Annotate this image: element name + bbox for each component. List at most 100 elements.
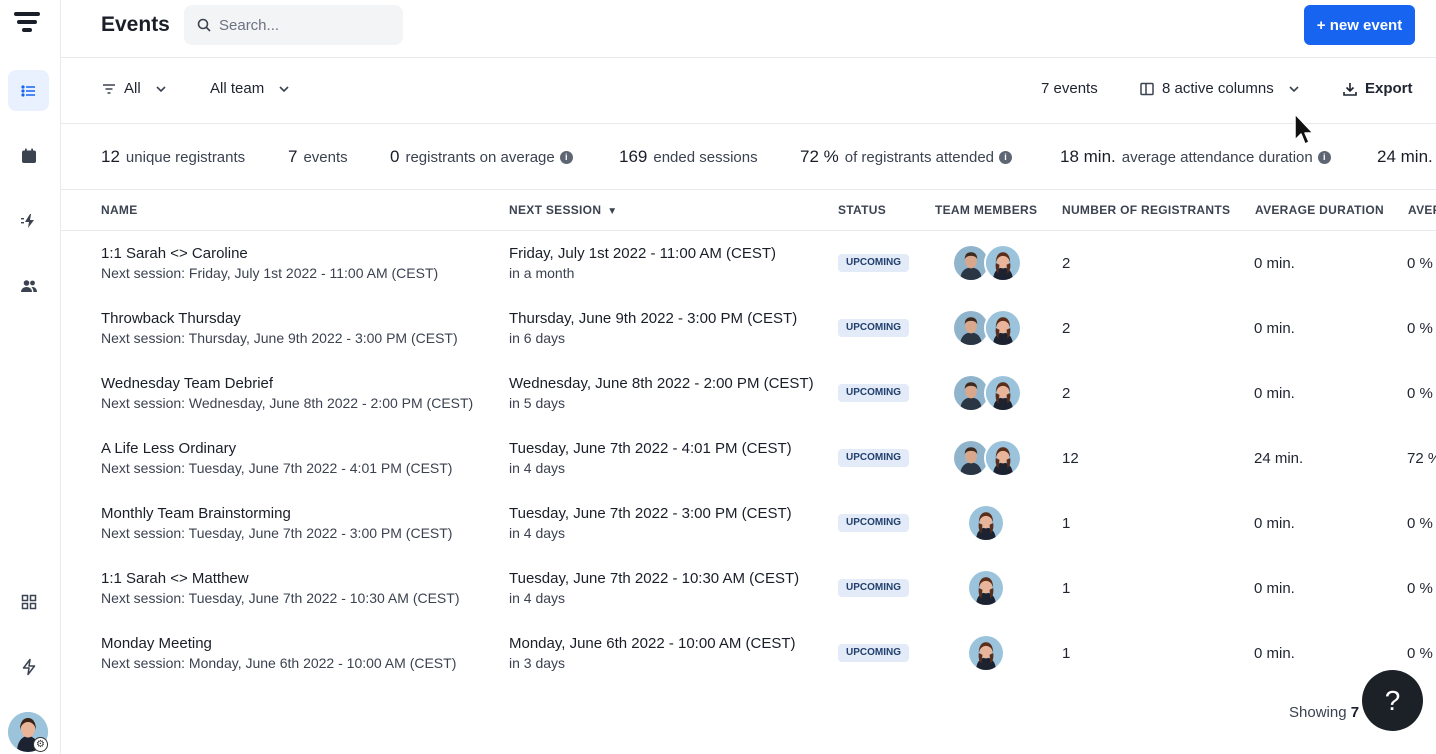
team-members-cell	[952, 439, 1022, 477]
table-row[interactable]: A Life Less Ordinary Next session: Tuesda…	[61, 426, 1436, 491]
team-member-avatar	[967, 504, 1005, 542]
columns-label: 8 active columns	[1162, 80, 1274, 97]
type-filter-label: All	[124, 80, 141, 97]
event-name[interactable]: Monday Meeting	[101, 635, 456, 652]
team-filter-label: All team	[210, 80, 265, 97]
table-row[interactable]: Throwback Thursday Next session: Thursday…	[61, 296, 1436, 361]
team-filter-dropdown[interactable]: All team	[210, 80, 290, 97]
team-member-avatar	[967, 634, 1005, 672]
next-session-relative: in 4 days	[509, 590, 566, 606]
event-name-cell[interactable]: 1:1 Sarah <> Caroline Next session: Frida…	[101, 245, 438, 281]
table-row[interactable]: Wednesday Team Debrief Next session: Wedn…	[61, 361, 1436, 426]
registrants-count: 1	[1062, 645, 1071, 662]
info-icon[interactable]: i	[1317, 150, 1331, 164]
stat-value: 72 %	[800, 147, 839, 166]
event-name-cell[interactable]: 1:1 Sarah <> Matthew Next session: Tuesda…	[101, 570, 459, 606]
search-box[interactable]	[184, 5, 403, 45]
stat-unique-registrants: 12 unique registrants	[101, 147, 245, 167]
table-row[interactable]: Monday Meeting Next session: Monday, June…	[61, 621, 1436, 686]
column-header-average-duration[interactable]: AVERAGE DURATION	[1255, 203, 1384, 217]
team-members-cell	[952, 309, 1022, 347]
top-bar: Events + new event	[61, 0, 1436, 58]
nav-automations[interactable]	[8, 200, 49, 241]
stat-value: 169	[619, 147, 648, 166]
average-duration: 0 min.	[1254, 515, 1295, 532]
average-duration: 0 min.	[1254, 320, 1295, 337]
export-button[interactable]: Export	[1343, 80, 1413, 97]
team-member-avatar	[984, 244, 1022, 282]
team-member-avatar	[984, 309, 1022, 347]
event-name-cell[interactable]: Monday Meeting Next session: Monday, June…	[101, 635, 456, 671]
table-row[interactable]: Monthly Team Brainstorming Next session: …	[61, 491, 1436, 556]
events-table-body: 1:1 Sarah <> Caroline Next session: Frida…	[61, 231, 1436, 686]
info-icon[interactable]: i	[999, 150, 1013, 164]
registrants-count: 12	[1062, 450, 1079, 467]
next-session-relative: in 4 days	[509, 525, 566, 541]
next-session-date: Monday, June 6th 2022 - 10:00 AM (CEST)	[509, 635, 796, 652]
average-duration: 24 min.	[1254, 450, 1304, 467]
help-button[interactable]: ?	[1362, 670, 1423, 731]
filter-bar: All All team 7 events 8 active columns E…	[61, 58, 1436, 124]
average-duration: 0 min.	[1254, 385, 1295, 402]
list-icon	[20, 84, 35, 97]
settings-gear-icon[interactable]: ⚙	[33, 737, 48, 752]
search-icon	[197, 18, 211, 32]
next-session-relative: in 3 days	[509, 655, 566, 671]
next-session-date: Wednesday, June 8th 2022 - 2:00 PM (CEST…	[509, 375, 814, 392]
next-session-cell: Tuesday, June 7th 2022 - 10:30 AM (CEST)…	[509, 570, 799, 606]
next-session-relative: in a month	[509, 265, 575, 281]
stat-extra: 24 min.	[1377, 147, 1436, 167]
nav-integrations[interactable]	[8, 581, 49, 622]
export-label: Export	[1365, 80, 1413, 97]
registrants-count: 2	[1062, 255, 1071, 272]
event-name[interactable]: Monthly Team Brainstorming	[101, 505, 452, 522]
event-name[interactable]: A Life Less Ordinary	[101, 440, 452, 457]
team-members-cell	[967, 504, 1005, 542]
event-next-session-summary: Next session: Tuesday, June 7th 2022 - 1…	[101, 590, 460, 606]
attendance-rate: 0 %	[1407, 255, 1433, 272]
column-header-name[interactable]: NAME	[101, 203, 138, 217]
stat-value: 12	[101, 147, 120, 166]
type-filter-dropdown[interactable]: All	[102, 80, 167, 97]
columns-dropdown[interactable]: 8 active columns	[1140, 80, 1300, 97]
event-name[interactable]: Throwback Thursday	[101, 310, 458, 327]
event-name-cell[interactable]: A Life Less Ordinary Next session: Tuesda…	[101, 440, 452, 476]
nav-team[interactable]	[8, 265, 49, 306]
stat-label: average attendance duration	[1121, 148, 1313, 166]
info-icon[interactable]: i	[559, 150, 573, 164]
average-duration: 0 min.	[1254, 645, 1295, 662]
event-name[interactable]: 1:1 Sarah <> Caroline	[101, 245, 438, 262]
column-header-next-session[interactable]: NEXT SESSION ▼	[509, 203, 618, 217]
event-next-session-summary: Next session: Tuesday, June 7th 2022 - 3…	[101, 525, 453, 541]
calendar-icon	[21, 148, 36, 163]
average-duration: 0 min.	[1254, 255, 1295, 272]
event-next-session-summary: Next session: Thursday, June 9th 2022 - …	[101, 330, 458, 346]
grid-icon	[21, 594, 36, 609]
app-logo[interactable]	[14, 12, 42, 38]
search-input[interactable]	[219, 16, 389, 34]
next-session-cell: Tuesday, June 7th 2022 - 4:01 PM (CEST) i…	[509, 440, 792, 476]
nav-calendar[interactable]	[8, 135, 49, 176]
event-name-cell[interactable]: Wednesday Team Debrief Next session: Wedn…	[101, 375, 473, 411]
new-event-button[interactable]: + new event	[1304, 5, 1415, 45]
column-header-team-members[interactable]: TEAM MEMBERS	[935, 203, 1037, 217]
lightning-lines-icon	[20, 213, 34, 228]
filter-icon	[103, 83, 115, 94]
events-count: 7 events	[1041, 80, 1098, 97]
nav-quick-actions[interactable]	[8, 646, 49, 687]
stat-value: 18 min.	[1060, 147, 1116, 166]
users-icon	[20, 279, 37, 292]
chevron-down-icon	[156, 85, 166, 92]
event-name-cell[interactable]: Monthly Team Brainstorming Next session: …	[101, 505, 452, 541]
nav-events[interactable]	[8, 70, 49, 111]
event-next-session-summary: Next session: Wednesday, June 8th 2022 -…	[101, 395, 474, 411]
event-name-cell[interactable]: Throwback Thursday Next session: Thursday…	[101, 310, 458, 346]
column-header-attendance[interactable]: AVEF	[1408, 203, 1436, 217]
table-row[interactable]: 1:1 Sarah <> Caroline Next session: Frida…	[61, 231, 1436, 296]
table-row[interactable]: 1:1 Sarah <> Matthew Next session: Tuesda…	[61, 556, 1436, 621]
registrants-count: 1	[1062, 580, 1071, 597]
event-name[interactable]: 1:1 Sarah <> Matthew	[101, 570, 459, 587]
column-header-status[interactable]: STATUS	[838, 203, 886, 217]
event-name[interactable]: Wednesday Team Debrief	[101, 375, 473, 392]
column-header-registrants[interactable]: NUMBER OF REGISTRANTS	[1062, 203, 1230, 217]
